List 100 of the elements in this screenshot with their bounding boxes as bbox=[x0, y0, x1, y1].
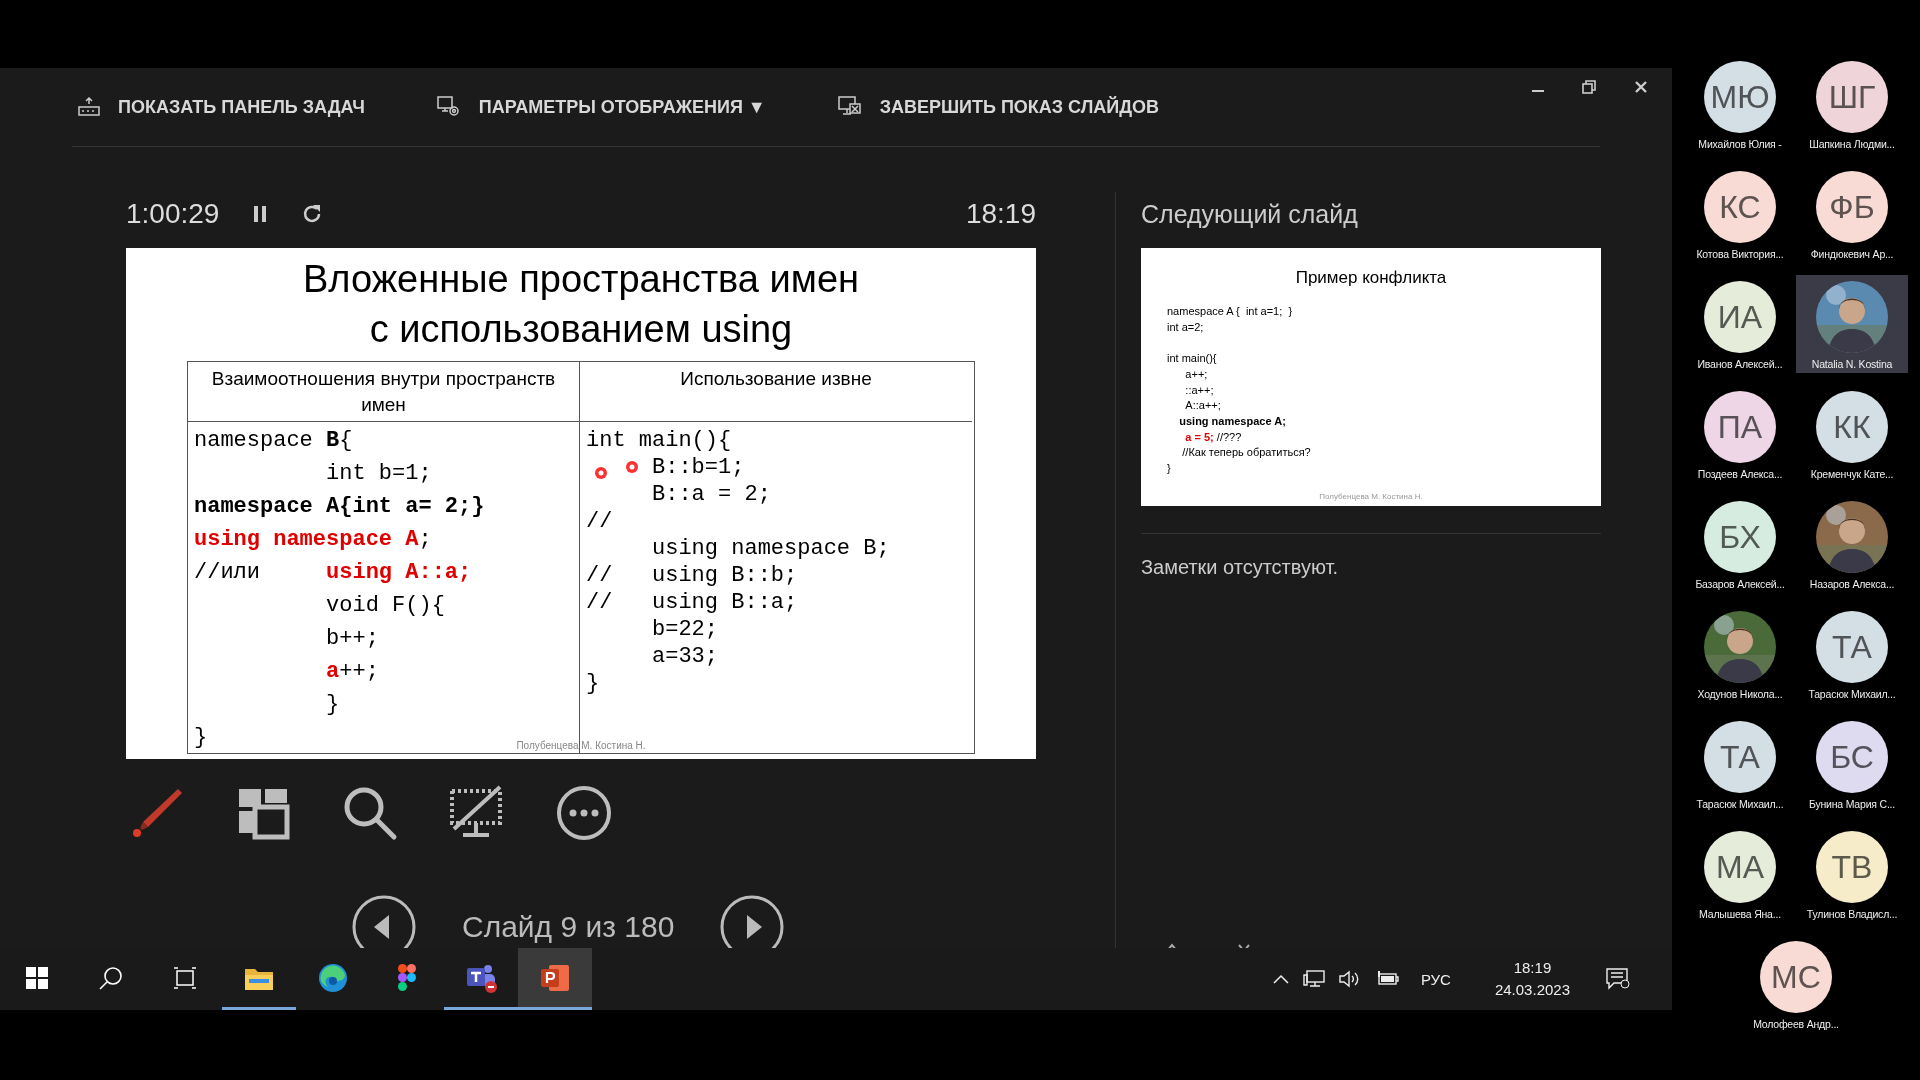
participant-tile[interactable]: ТА Тарасюк Михаил... bbox=[1684, 715, 1796, 813]
notes-text: Заметки отсутствуют. bbox=[1141, 556, 1339, 579]
code-line: } bbox=[194, 724, 208, 752]
participant-name: Шапкина Людми... bbox=[1809, 138, 1895, 150]
participant-tile[interactable]: ТА Тарасюк Михаил... bbox=[1796, 605, 1908, 703]
participant-tile[interactable]: БС Бунина Мария С... bbox=[1796, 715, 1908, 813]
code-line: //или using A::a; bbox=[194, 559, 472, 587]
participant-name: Кременчук Кате... bbox=[1810, 468, 1894, 480]
toolbar-button[interactable]: ПОКАЗАТЬ ПАНЕЛЬ ЗАДАЧ bbox=[72, 90, 371, 124]
participant-name: Базаров Алексей... bbox=[1695, 578, 1785, 590]
avatar: МЮ bbox=[1704, 61, 1776, 133]
participant-name: Поздеев Алекса... bbox=[1697, 468, 1783, 480]
slide-counter: Слайд 9 из 180 bbox=[462, 910, 675, 944]
participant-tile[interactable]: ПА Поздеев Алекса... bbox=[1684, 385, 1796, 483]
toolbar-button[interactable]: ПАРАМЕТРЫ ОТОБРАЖЕНИЯ ▼ bbox=[430, 90, 772, 124]
participant-tile[interactable]: МЮ Михайлов Юлия - bbox=[1684, 55, 1796, 153]
code-line: a++; bbox=[326, 658, 379, 686]
slide-title: Вложенные пространства имен bbox=[303, 257, 859, 302]
avatar: ФБ bbox=[1816, 171, 1888, 243]
avatar: ИА bbox=[1704, 281, 1776, 353]
slide-title: Пример конфликта bbox=[1294, 268, 1448, 288]
participant-name: Малышева Яна... bbox=[1699, 908, 1781, 920]
code-line: using namespace B; bbox=[652, 535, 890, 559]
participant-tile[interactable]: Ходунов Никола... bbox=[1684, 605, 1796, 703]
notifications-icon bbox=[1606, 968, 1630, 990]
avatar: БХ bbox=[1704, 501, 1776, 573]
volume-icon bbox=[1338, 970, 1361, 988]
participant-name: Тарасюк Михаил... bbox=[1696, 798, 1784, 810]
slide-footer: Полубенцева М. Костина Н. bbox=[516, 740, 646, 751]
task-view-icon bbox=[173, 966, 197, 989]
restore-icon bbox=[1582, 80, 1596, 94]
code-line: void F(){ bbox=[326, 592, 445, 620]
figma-shapes-icon bbox=[398, 963, 416, 992]
avatar: ТА bbox=[1816, 611, 1888, 683]
participant-tile[interactable]: БХ Базаров Алексей... bbox=[1684, 495, 1796, 593]
avatar: КК bbox=[1816, 391, 1888, 463]
avatar: ТА bbox=[1704, 721, 1776, 793]
more-options-icon bbox=[556, 785, 612, 841]
search-icon bbox=[99, 965, 123, 990]
participant-name: Тулинов Владисл... bbox=[1806, 908, 1898, 920]
code-line: int b=1; bbox=[326, 460, 432, 488]
clock: 18:19 bbox=[965, 198, 1036, 230]
taskbar-time: 18:19 bbox=[1513, 958, 1552, 978]
code-line: } bbox=[586, 670, 600, 694]
participant-tile[interactable]: ИА Иванов Алексей... bbox=[1684, 275, 1796, 373]
zoom-icon bbox=[342, 785, 398, 841]
participant-name: Назаров Алекса... bbox=[1809, 578, 1895, 590]
next-slide-preview[interactable]: Пример конфликта namespace A { int a=1; } int a=2; int main(){ a++; ::a++; A::a++; using namespace A; a = 5; //??? //Как теперь обратиться? } Полубенцева М. Костина Н. bbox=[1141, 248, 1601, 506]
chat-team-icon bbox=[464, 962, 498, 993]
slide-footer: Полубенцева М. Костина Н. bbox=[1319, 492, 1423, 501]
tool-button[interactable] bbox=[342, 785, 398, 841]
participant-tile[interactable]: КС Котова Виктория... bbox=[1684, 165, 1796, 263]
toolbar-button[interactable]: ЗАВЕРШИТЬ ПОКАЗ СЛАЙДОВ bbox=[831, 90, 1166, 124]
code-line: using namespace A; bbox=[194, 526, 432, 554]
code-line: b=22; bbox=[652, 616, 719, 640]
tool-button[interactable] bbox=[556, 785, 612, 841]
code-line: int a=2; bbox=[1167, 319, 1204, 335]
code-line: B::b=1; bbox=[652, 454, 745, 478]
code-line: a=33; bbox=[652, 643, 719, 667]
column-header: Взаимоотношения внутри пространств имен bbox=[211, 368, 556, 415]
taskbar-date: 24.03.2023 bbox=[1494, 980, 1570, 1000]
elapsed-time: 1:00:29 bbox=[126, 198, 220, 230]
participant-name: Ходунов Никола... bbox=[1697, 688, 1783, 700]
next-slide-button[interactable] bbox=[720, 895, 785, 948]
participant-name: Иванов Алексей... bbox=[1697, 358, 1783, 370]
participant-tile[interactable]: Natalia N. Kostina bbox=[1796, 275, 1908, 373]
participant-tile[interactable]: ШГ Шапкина Людми... bbox=[1796, 55, 1908, 153]
taskbar-icon bbox=[78, 97, 100, 117]
close-icon bbox=[1634, 80, 1648, 94]
network-icon bbox=[1302, 970, 1325, 988]
avatar: ШГ bbox=[1816, 61, 1888, 133]
participant-tile[interactable]: КК Кременчук Кате... bbox=[1796, 385, 1908, 483]
code-line: namespace A{int a= 2;} bbox=[194, 493, 485, 521]
previous-slide-button[interactable] bbox=[352, 895, 416, 948]
pause-icon bbox=[253, 204, 268, 224]
code-line: } bbox=[326, 691, 340, 719]
code-line: // bbox=[586, 508, 613, 532]
participant-tile[interactable]: ФБ Финдюкевич Ар... bbox=[1796, 165, 1908, 263]
participant-name: Бунина Мария С... bbox=[1808, 798, 1896, 810]
code-line: //Как теперь обратиться? bbox=[1182, 445, 1311, 461]
participant-name: Natalia N. Kostina bbox=[1811, 358, 1893, 370]
participant-name: Молофеев Андр... bbox=[1753, 1018, 1839, 1030]
participant-tile[interactable]: МА Малышева Яна... bbox=[1684, 825, 1796, 923]
monitor-close-icon bbox=[837, 96, 862, 118]
code-line: namespace B{ bbox=[194, 427, 353, 455]
participant-tile[interactable]: ТВ Тулинов Владисл... bbox=[1796, 825, 1908, 923]
avatar: БС bbox=[1816, 721, 1888, 793]
avatar: ПА bbox=[1704, 391, 1776, 463]
code-line: int main(){ bbox=[586, 427, 732, 451]
code-line: B::a = 2; bbox=[652, 481, 771, 505]
column-header: Использование извне bbox=[680, 368, 872, 389]
participant-tile[interactable]: Назаров Алекса... bbox=[1796, 495, 1908, 593]
chevron-up-icon bbox=[1272, 974, 1289, 984]
language-indicator[interactable]: РУС bbox=[1420, 970, 1451, 988]
code-line: // using B::a; bbox=[586, 589, 798, 613]
code-line: a = 5; //??? bbox=[1185, 429, 1242, 445]
code-line: // using B::b; bbox=[586, 562, 798, 586]
next-slide-label: Следующий слайд bbox=[1141, 199, 1359, 230]
code-line: A::a++; bbox=[1185, 398, 1221, 414]
participant-tile[interactable]: МС Молофеев Андр... bbox=[1740, 935, 1852, 1033]
